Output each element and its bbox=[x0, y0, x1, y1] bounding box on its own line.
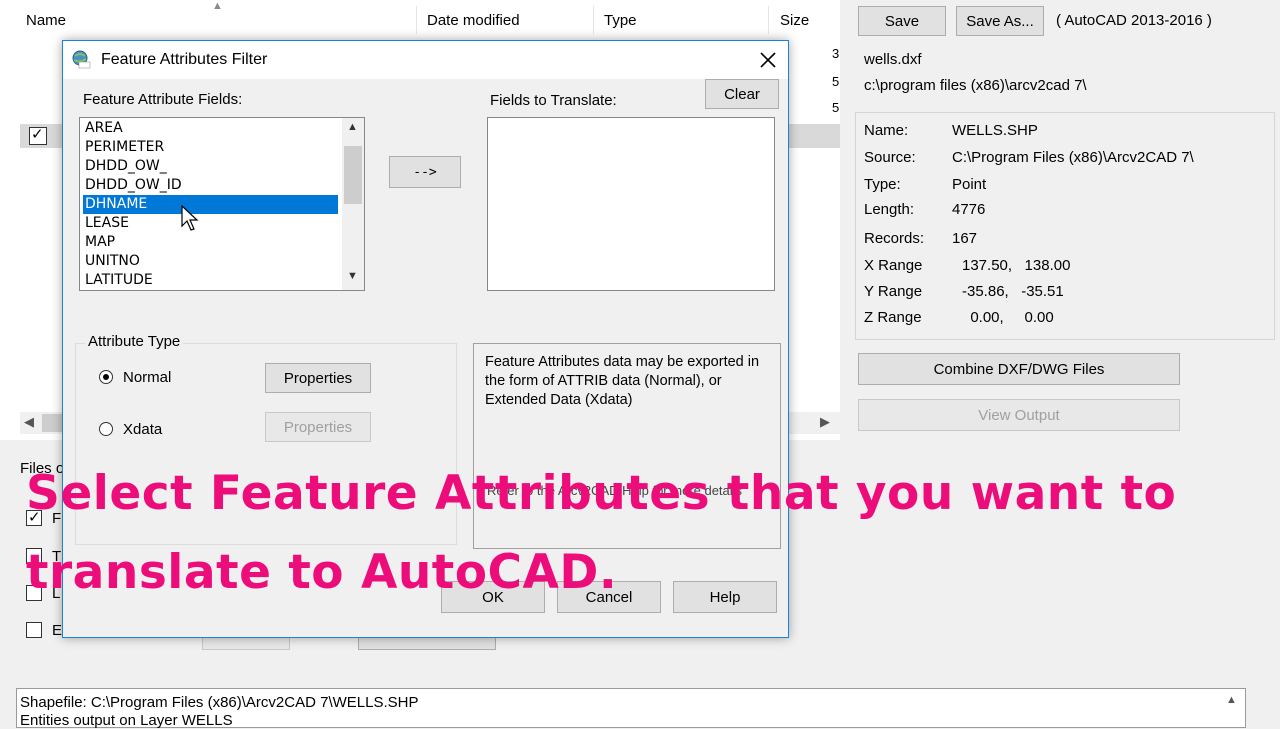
output-path: c:\program files (x86)\arcv2cad 7\ bbox=[864, 77, 1087, 94]
column-divider bbox=[768, 6, 769, 34]
dialog-title: Feature Attributes Filter bbox=[101, 51, 268, 68]
save-as-button[interactable]: Save As... bbox=[956, 6, 1044, 36]
size-digit: 5 bbox=[832, 100, 840, 115]
length-value: 4776 bbox=[952, 201, 986, 218]
clear-button[interactable]: Clear bbox=[705, 79, 779, 109]
size-digit: 3 bbox=[832, 46, 840, 61]
normal-label: Normal bbox=[123, 369, 172, 386]
caption-line-2: translate to AutoCAD. bbox=[26, 545, 618, 600]
option-checkbox[interactable] bbox=[26, 622, 42, 638]
combine-dxf-button[interactable]: Combine DXF/DWG Files bbox=[858, 353, 1180, 385]
field-item[interactable]: DHDD_OW_ bbox=[83, 157, 167, 176]
column-header-size[interactable]: Size bbox=[780, 0, 809, 40]
mouse-cursor-icon bbox=[181, 204, 201, 237]
yrange-label: Y Range bbox=[864, 283, 923, 300]
field-item[interactable]: MAP bbox=[83, 233, 115, 252]
format-label: ( AutoCAD 2013-2016 ) bbox=[1056, 12, 1212, 29]
source-value: C:\Program Files (x86)\Arcv2CAD 7\ bbox=[952, 149, 1194, 166]
properties-button[interactable]: Properties bbox=[265, 363, 371, 393]
sort-up-icon: ▲ bbox=[212, 0, 223, 12]
scroll-thumb[interactable] bbox=[344, 146, 362, 204]
field-item-selected[interactable]: DHNAME bbox=[83, 195, 338, 214]
status-scroll-up-icon[interactable]: ▲ bbox=[1226, 694, 1237, 706]
option-label: E bbox=[52, 622, 63, 639]
scroll-right-icon[interactable]: ▶ bbox=[820, 414, 830, 430]
info-box bbox=[855, 112, 1275, 340]
column-header-name[interactable]: Name bbox=[26, 0, 66, 40]
xdata-radio[interactable] bbox=[99, 422, 113, 436]
scroll-left-icon[interactable]: ◀ bbox=[24, 414, 34, 430]
source-label: Source: bbox=[864, 149, 916, 166]
field-item[interactable]: PERIMETER bbox=[83, 138, 164, 157]
name-value: WELLS.SHP bbox=[952, 122, 1038, 139]
xdata-properties-button[interactable]: Properties bbox=[265, 412, 371, 442]
add-field-button[interactable]: --> bbox=[389, 156, 461, 188]
normal-radio[interactable] bbox=[99, 370, 113, 384]
view-output-button[interactable]: View Output bbox=[858, 399, 1180, 431]
save-button[interactable]: Save bbox=[858, 6, 946, 36]
close-icon[interactable] bbox=[755, 47, 781, 73]
scroll-down-icon[interactable]: ▼ bbox=[347, 270, 358, 282]
records-value: 167 bbox=[952, 230, 978, 247]
help-button[interactable]: Help bbox=[673, 581, 777, 613]
feature-fields-listbox[interactable]: AREA PERIMETER DHDD_OW_ DHDD_OW_ID DHNAM… bbox=[79, 117, 365, 291]
xdata-label: Xdata bbox=[123, 421, 163, 438]
column-divider bbox=[416, 6, 417, 34]
fields-label: Feature Attribute Fields: bbox=[83, 91, 243, 108]
field-item[interactable]: UNITNO bbox=[83, 252, 140, 271]
fields-to-translate-listbox[interactable] bbox=[487, 117, 775, 291]
status-text: Shapefile: C:\Program Files (x86)\Arcv2C… bbox=[20, 694, 419, 711]
yrange-value: -35.86, -35.51 bbox=[962, 283, 1064, 300]
field-item[interactable]: AREA bbox=[83, 119, 123, 138]
zrange-label: Z Range bbox=[864, 309, 922, 326]
name-label: Name: bbox=[864, 122, 909, 139]
column-header-type[interactable]: Type bbox=[604, 0, 637, 40]
length-label: Length: bbox=[864, 201, 915, 218]
type-label: Type: bbox=[864, 176, 901, 193]
type-value: Point bbox=[952, 176, 987, 193]
scroll-up-icon[interactable]: ▲ bbox=[347, 121, 358, 133]
attribute-type-label: Attribute Type bbox=[85, 333, 184, 350]
xrange-label: X Range bbox=[864, 257, 923, 274]
size-digit: 5 bbox=[832, 74, 840, 89]
listbox-scrollbar[interactable] bbox=[342, 118, 364, 290]
zrange-value: 0.00, 0.00 bbox=[962, 309, 1054, 326]
output-file: wells.dxf bbox=[864, 51, 922, 68]
status-text: Entities output on Layer WELLS bbox=[20, 712, 233, 729]
field-item[interactable]: LATITUDE bbox=[83, 271, 153, 290]
translate-label: Fields to Translate: bbox=[490, 92, 617, 109]
field-item[interactable]: DHDD_OW_ID bbox=[83, 176, 182, 195]
column-header-date-modified[interactable]: Date modified bbox=[427, 0, 520, 40]
column-divider bbox=[593, 6, 594, 34]
xrange-value: 137.50, 138.00 bbox=[962, 257, 1071, 274]
app-icon bbox=[71, 49, 91, 69]
row-checkbox[interactable] bbox=[29, 125, 47, 145]
records-label: Records: bbox=[864, 230, 925, 247]
field-item[interactable]: LEASE bbox=[83, 214, 129, 233]
description-text: Feature Attributes data may be exported … bbox=[485, 354, 760, 408]
caption-line-1: Select Feature Attributes that you want … bbox=[26, 466, 1177, 521]
